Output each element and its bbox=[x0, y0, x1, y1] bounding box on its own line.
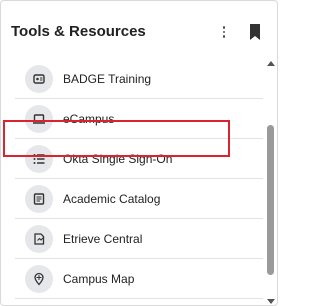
scroll-up-icon[interactable] bbox=[267, 61, 275, 66]
list-item-campus-map[interactable]: Campus Map bbox=[15, 259, 263, 299]
card-title: Tools & Resources bbox=[11, 23, 146, 40]
bookmark-icon[interactable] bbox=[248, 23, 262, 41]
list-item-label: BADGE Training bbox=[63, 71, 152, 86]
resource-list: BADGE Training eCampus Okta Single Sign-… bbox=[15, 59, 263, 299]
list-item-ecampus[interactable]: eCampus bbox=[15, 99, 263, 139]
list-item-label: Okta Single Sign-On bbox=[63, 151, 173, 166]
document-icon bbox=[25, 224, 53, 253]
scrollbar[interactable] bbox=[264, 59, 277, 305]
scroll-down-icon[interactable] bbox=[267, 299, 275, 304]
laptop-icon bbox=[25, 104, 53, 133]
tools-resources-card: Tools & Resources BADGE Training eCampus… bbox=[0, 0, 278, 306]
scroll-thumb[interactable] bbox=[267, 125, 274, 275]
list-item-academic-catalog[interactable]: Academic Catalog bbox=[15, 179, 263, 219]
more-options-icon[interactable] bbox=[218, 21, 230, 43]
badge-icon bbox=[25, 64, 53, 93]
catalog-icon bbox=[25, 184, 53, 213]
list-item-label: Campus Map bbox=[63, 271, 135, 286]
list-item-label: Academic Catalog bbox=[63, 191, 161, 206]
card-header: Tools & Resources bbox=[1, 1, 277, 63]
list-item-etrieve-central[interactable]: Etrieve Central bbox=[15, 219, 263, 259]
list-item-okta-sso[interactable]: Okta Single Sign-On bbox=[15, 139, 263, 179]
list-icon bbox=[25, 144, 53, 173]
map-icon bbox=[25, 264, 53, 293]
list-item-badge-training[interactable]: BADGE Training bbox=[15, 59, 263, 99]
list-item-label: Etrieve Central bbox=[63, 231, 143, 246]
list-item-label: eCampus bbox=[63, 111, 115, 126]
